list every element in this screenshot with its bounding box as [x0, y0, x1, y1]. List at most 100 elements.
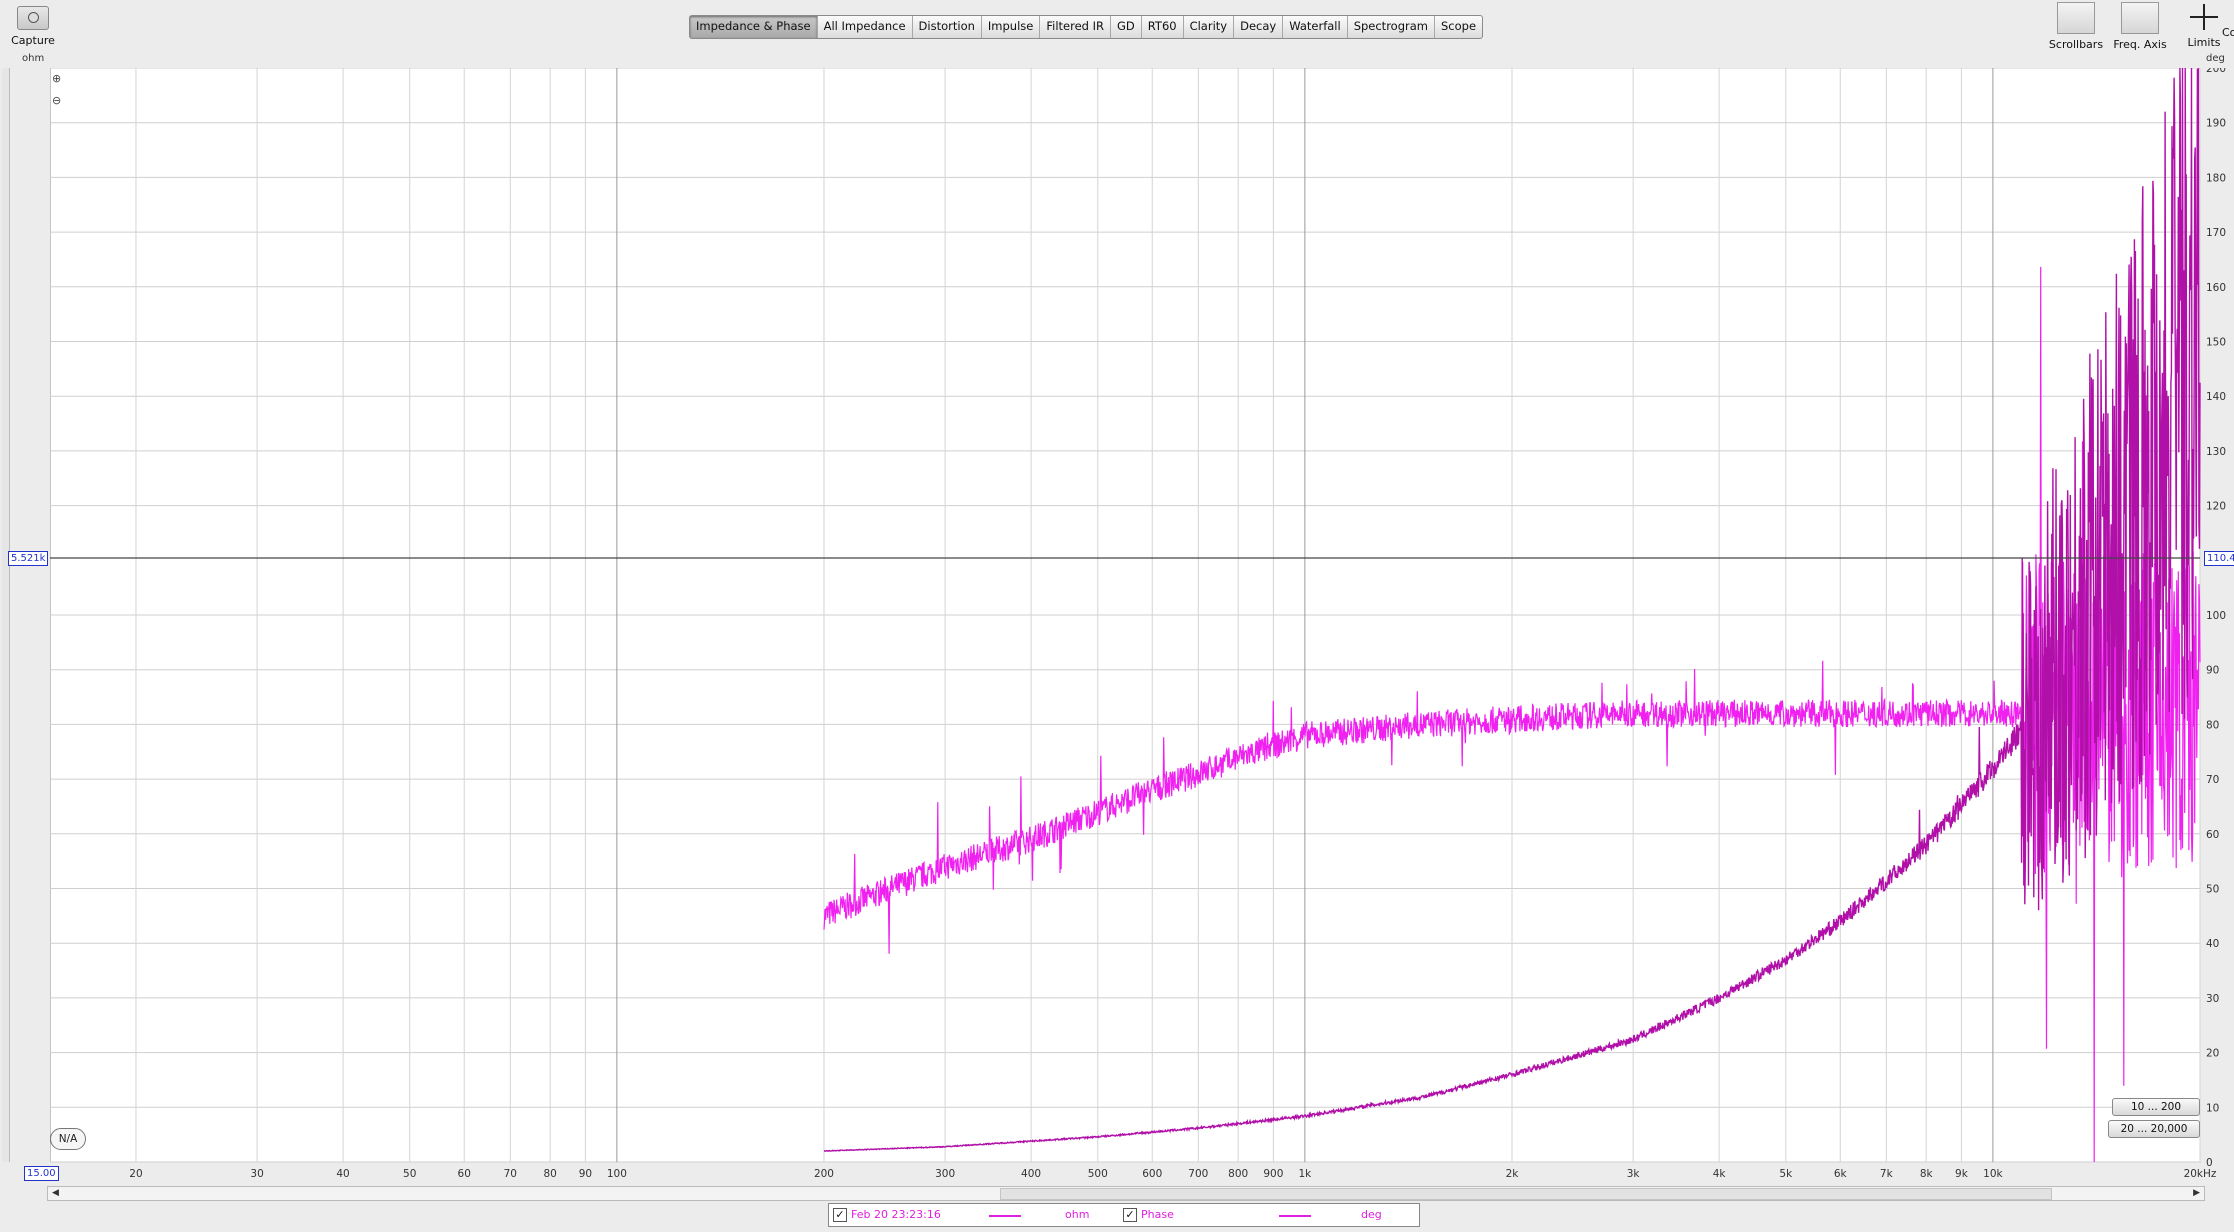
ohm-trace-label: ohm — [1065, 1208, 1090, 1221]
measurement-checkbox[interactable]: ✓ — [833, 1208, 847, 1222]
x-tick-label: 50 — [403, 1168, 416, 1180]
phase-trace-name: Phase — [1141, 1208, 1174, 1221]
x-tick-label: 20 — [129, 1168, 142, 1180]
controls-button-clipped[interactable]: Co — [2222, 26, 2234, 39]
right-tick-label: 140 — [2206, 391, 2226, 403]
right-tick-label: 70 — [2206, 774, 2219, 786]
measurement-name: Feb 20 23:23:16 — [851, 1208, 941, 1221]
x-tick-label: 2k — [1506, 1168, 1520, 1180]
x-tick-label: 7k — [1880, 1168, 1894, 1180]
x-tick-label: 1k — [1298, 1168, 1312, 1180]
x-tick-label: 3k — [1627, 1168, 1641, 1180]
freq-axis-icon — [2121, 2, 2159, 34]
scroll-left-icon[interactable]: ◀ — [52, 1187, 59, 1200]
x-tick-label: 10k — [1983, 1168, 2003, 1180]
right-tick-label: 30 — [2206, 993, 2219, 1005]
x-tick-label: 8k — [1920, 1168, 1934, 1180]
x-tick-label: 90 — [579, 1168, 592, 1180]
tab-waterfall[interactable]: Waterfall — [1283, 16, 1348, 38]
right-tick-label: 80 — [2206, 719, 2219, 731]
x-tick-label: 700 — [1188, 1168, 1208, 1180]
range-20-20000-button[interactable]: 20 ... 20,000 — [2108, 1120, 2200, 1138]
scroll-right-icon[interactable]: ▶ — [2193, 1187, 2200, 1200]
right-tick-label: 90 — [2206, 665, 2219, 677]
x-tick-label: 5k — [1779, 1168, 1793, 1180]
scrollbars-button[interactable]: Scrollbars — [2044, 2, 2108, 51]
x-tick-label: 500 — [1088, 1168, 1108, 1180]
zoom-out-icon[interactable]: ⊖ — [52, 94, 66, 108]
x-tick-label: 600 — [1142, 1168, 1162, 1180]
freq-axis-label: Freq. Axis — [2113, 38, 2167, 51]
left-scrollbar[interactable] — [2, 68, 10, 1162]
tab-rt60[interactable]: RT60 — [1142, 16, 1184, 38]
limits-icon — [2186, 2, 2222, 32]
x-tick-label: 20kHz — [2184, 1168, 2217, 1180]
x-tick-label: 400 — [1021, 1168, 1041, 1180]
scrollbars-icon — [2057, 2, 2095, 34]
scrollbars-label: Scrollbars — [2048, 38, 2104, 51]
x-tick-label: 900 — [1263, 1168, 1283, 1180]
right-tick-label: 120 — [2206, 501, 2226, 513]
x-tick-label: 6k — [1834, 1168, 1848, 1180]
freq-axis-button[interactable]: Freq. Axis — [2108, 2, 2172, 51]
tab-decay[interactable]: Decay — [1234, 16, 1284, 38]
tab-spectrogram[interactable]: Spectrogram — [1348, 16, 1435, 38]
right-tick-label: 20 — [2206, 1048, 2219, 1060]
camera-icon — [17, 6, 49, 30]
right-tick-label: 130 — [2206, 446, 2226, 458]
tab-filtered-ir[interactable]: Filtered IR — [1040, 16, 1111, 38]
zoom-in-icon[interactable]: ⊕ — [52, 72, 66, 86]
main-toolbar: Capture Impedance & Phase All Impedance … — [0, 0, 2234, 64]
right-tick-label: 170 — [2206, 227, 2226, 239]
tab-scope[interactable]: Scope — [1435, 16, 1482, 38]
cursor-x-readout: 15.00 — [24, 1166, 59, 1181]
right-tick-label: 160 — [2206, 282, 2226, 294]
x-tick-label: 9k — [1955, 1168, 1969, 1180]
graph-tab-bar: Impedance & Phase All Impedance Distorti… — [689, 15, 1484, 39]
impedance-phase-graph[interactable]: 05001k1.5k2k2.5k3k3.5k4k4.5k5k6k6.5k7k7.… — [50, 68, 2234, 1182]
right-axis-unit: deg — [2206, 53, 2225, 64]
phase-trace-swatch — [1279, 1215, 1311, 1217]
horizontal-scrollbar[interactable]: ◀ ▶ — [47, 1186, 2205, 1201]
left-axis-unit: ohm — [22, 53, 45, 64]
scrollbar-thumb[interactable] — [1000, 1188, 2052, 1200]
x-tick-label: 40 — [336, 1168, 349, 1180]
right-tick-label: 190 — [2206, 118, 2226, 130]
right-tick-label: 50 — [2206, 884, 2219, 896]
capture-label: Capture — [11, 34, 55, 47]
tab-clarity[interactable]: Clarity — [1184, 16, 1235, 38]
x-tick-label: 300 — [935, 1168, 955, 1180]
x-tick-label: 60 — [458, 1168, 471, 1180]
tab-all-impedance[interactable]: All Impedance — [818, 16, 913, 38]
limits-label: Limits — [2187, 36, 2221, 49]
na-button[interactable]: N/A — [50, 1128, 86, 1150]
grid-lines — [50, 68, 2201, 1163]
phase-checkbox[interactable]: ✓ — [1123, 1208, 1137, 1222]
right-tick-label: 40 — [2206, 938, 2219, 950]
right-tick-label: 180 — [2206, 172, 2226, 184]
tab-distortion[interactable]: Distortion — [913, 16, 982, 38]
x-tick-label: 200 — [814, 1168, 834, 1180]
right-tick-label: 60 — [2206, 829, 2219, 841]
range-10-200-button[interactable]: 10 ... 200 — [2112, 1098, 2200, 1116]
x-tick-label: 4k — [1713, 1168, 1727, 1180]
capture-button[interactable]: Capture — [8, 4, 58, 52]
ohm-trace-swatch — [989, 1215, 1021, 1217]
x-tick-label: 800 — [1228, 1168, 1248, 1180]
right-tick-label: 100 — [2206, 610, 2226, 622]
view-tools: Scrollbars Freq. Axis Limits — [2044, 2, 2234, 51]
tab-gd[interactable]: GD — [1111, 16, 1142, 38]
x-tick-label: 100 — [607, 1168, 627, 1180]
tab-impulse[interactable]: Impulse — [982, 16, 1041, 38]
x-tick-label: 70 — [504, 1168, 517, 1180]
right-tick-label: 150 — [2206, 337, 2226, 349]
tab-impedance-phase[interactable]: Impedance & Phase — [690, 16, 818, 38]
x-tick-label: 30 — [250, 1168, 263, 1180]
cursor-left-readout: 5.521k — [8, 551, 49, 566]
x-tick-label: 80 — [543, 1168, 556, 1180]
right-tick-label: 10 — [2206, 1102, 2219, 1114]
legend-bar: ✓ Feb 20 23:23:16 ohm ✓ Phase deg — [828, 1203, 1420, 1227]
cursor-right-readout: 110.4 — [2204, 551, 2234, 566]
phase-trace-label: deg — [1361, 1208, 1382, 1221]
right-tick-label: 200 — [2206, 68, 2226, 75]
